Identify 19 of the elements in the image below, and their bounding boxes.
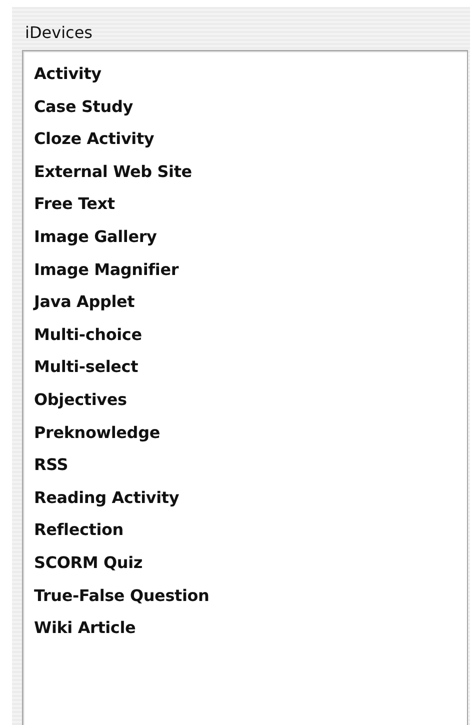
list-item[interactable]: Image Magnifier (34, 254, 179, 288)
list-item[interactable]: Java Applet (34, 287, 135, 320)
list-item[interactable]: Multi-select (34, 352, 138, 385)
list-item[interactable]: True-False Question (34, 580, 210, 614)
list-item[interactable]: Reading Activity (34, 482, 180, 516)
panel-title: iDevices (24, 22, 94, 44)
list-item[interactable]: Reflection (34, 515, 124, 548)
list-item[interactable]: Activity (34, 59, 102, 92)
list-item[interactable]: Case Study (34, 92, 133, 124)
list-item[interactable]: Free Text (34, 189, 115, 222)
list-item[interactable]: Objectives (34, 384, 127, 418)
list-item[interactable]: SCORM Quiz (34, 548, 142, 580)
list-item[interactable]: Wiki Article (34, 613, 136, 646)
list-item[interactable]: Multi-choice (34, 320, 142, 352)
list-item[interactable]: Preknowledge (34, 418, 160, 450)
list-item[interactable]: Image Gallery (34, 222, 157, 255)
list-item[interactable]: RSS (34, 450, 68, 483)
list-item[interactable]: Cloze Activity (34, 124, 154, 157)
list-item[interactable]: External Web Site (34, 156, 192, 190)
